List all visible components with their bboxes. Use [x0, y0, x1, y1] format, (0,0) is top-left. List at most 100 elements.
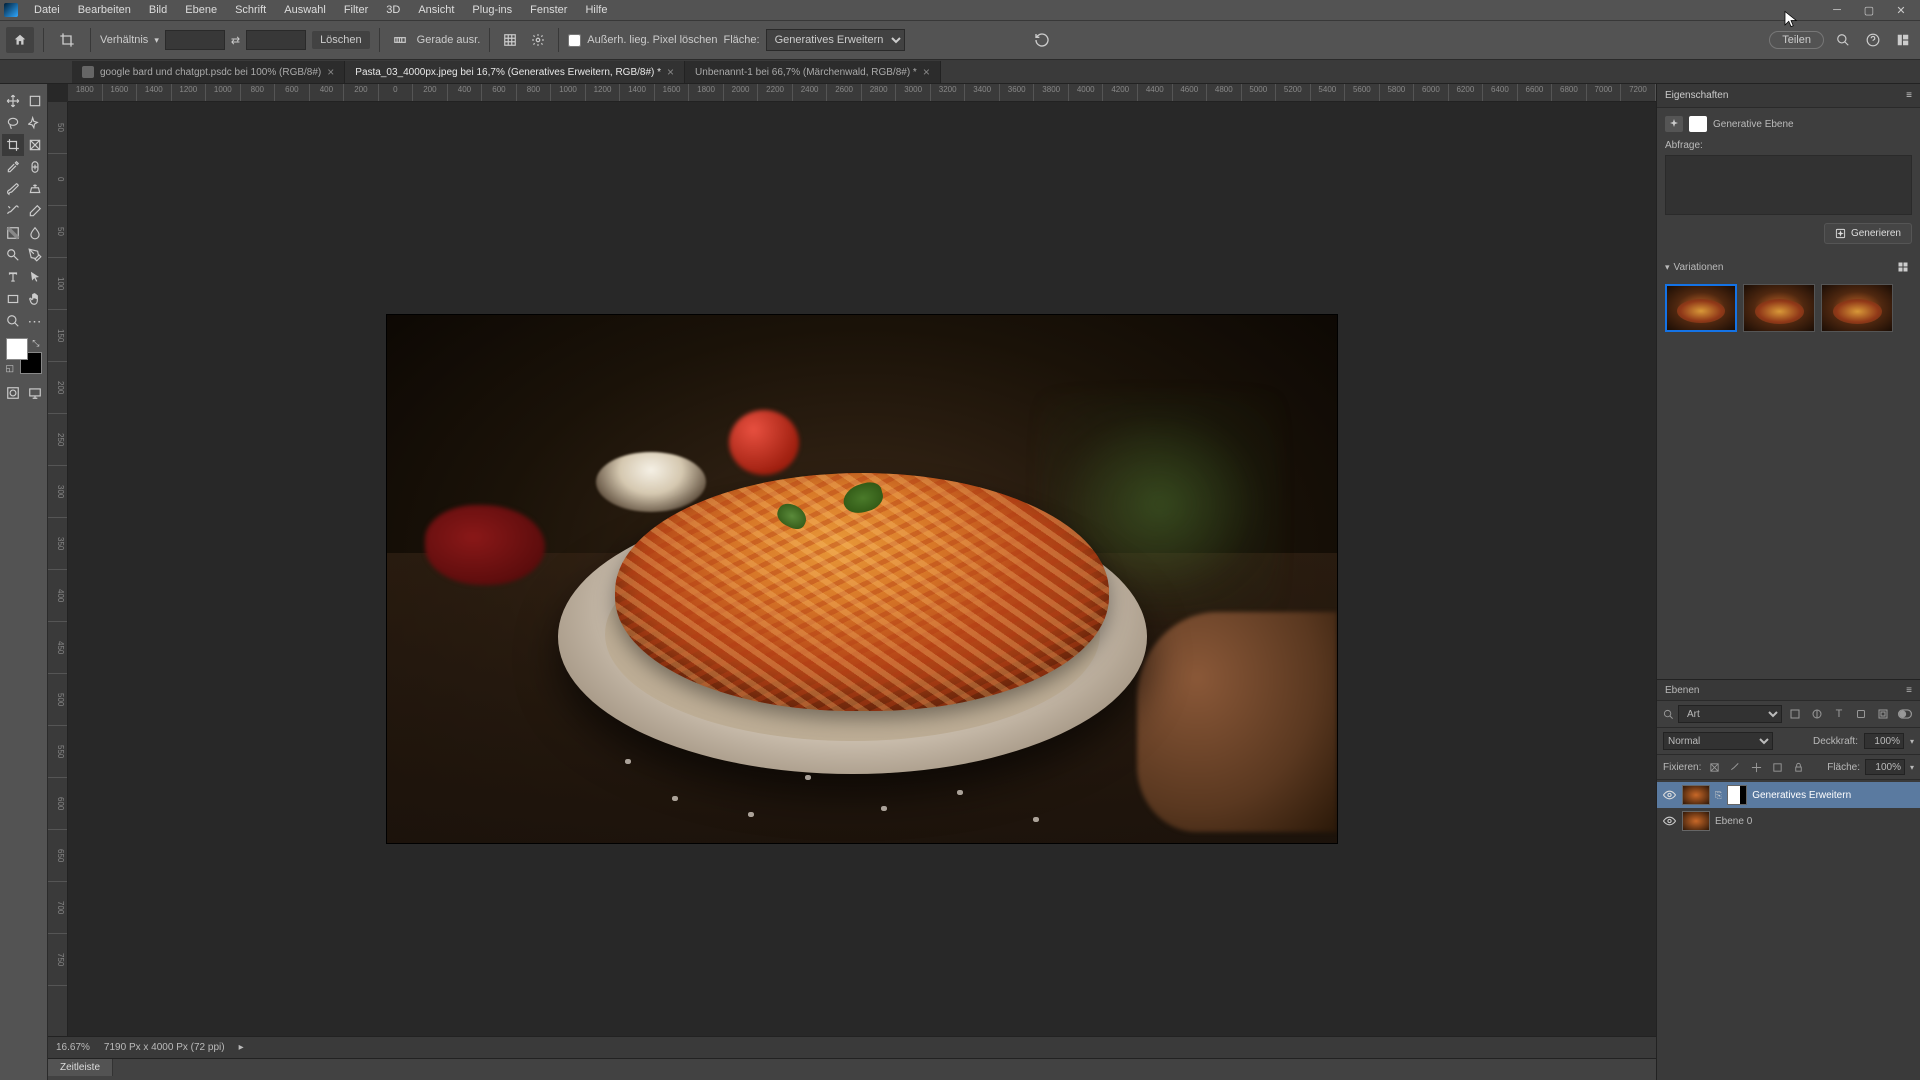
- type-tool-icon[interactable]: [2, 266, 24, 288]
- foreground-color-swatch[interactable]: [6, 338, 28, 360]
- menu-plugins[interactable]: Plug-ins: [464, 2, 520, 18]
- dropdown-icon[interactable]: ▾: [1910, 763, 1914, 772]
- edit-toolbar-icon[interactable]: ⋯: [24, 310, 46, 332]
- grid-view-icon[interactable]: [1894, 258, 1912, 276]
- frame-tool-icon[interactable]: [24, 134, 46, 156]
- document-image[interactable]: [387, 315, 1337, 843]
- window-close-icon[interactable]: ✕: [1886, 0, 1916, 20]
- layer-thumbnail[interactable]: [1682, 785, 1710, 805]
- menu-schrift[interactable]: Schrift: [227, 2, 274, 18]
- reset-crop-icon[interactable]: [1031, 29, 1053, 51]
- color-swatches[interactable]: ⤡ ◱: [6, 338, 42, 374]
- menu-datei[interactable]: Datei: [26, 2, 68, 18]
- menu-fenster[interactable]: Fenster: [522, 2, 575, 18]
- path-select-tool-icon[interactable]: [24, 266, 46, 288]
- menu-bearbeiten[interactable]: Bearbeiten: [70, 2, 139, 18]
- tab-close-icon[interactable]: ×: [667, 65, 674, 79]
- layer-thumbnail[interactable]: [1682, 811, 1710, 831]
- variation-thumb[interactable]: [1821, 284, 1893, 332]
- layer-name[interactable]: Generatives Erweitern: [1752, 790, 1851, 801]
- menu-auswahl[interactable]: Auswahl: [276, 2, 334, 18]
- variation-thumb[interactable]: [1665, 284, 1737, 332]
- blend-mode-select[interactable]: Normal: [1663, 732, 1773, 750]
- quick-select-tool-icon[interactable]: [24, 112, 46, 134]
- canvas[interactable]: [68, 102, 1656, 1056]
- dropdown-icon[interactable]: ▾: [1910, 737, 1914, 746]
- filter-adjust-icon[interactable]: [1808, 705, 1826, 723]
- brush-tool-icon[interactable]: [2, 178, 24, 200]
- swap-dimensions-icon[interactable]: ⇄: [231, 34, 240, 47]
- vertical-ruler[interactable]: 5005010015020025030035040045050055060065…: [48, 102, 68, 1056]
- visibility-icon[interactable]: [1663, 816, 1677, 826]
- layers-panel-header[interactable]: Ebenen ≡: [1657, 679, 1920, 701]
- move-tool-icon[interactable]: [2, 90, 24, 112]
- query-input[interactable]: [1665, 155, 1912, 215]
- timeline-tab[interactable]: Zeitleiste: [48, 1059, 113, 1076]
- workspace-icon[interactable]: [1892, 29, 1914, 51]
- layer-name[interactable]: Ebene 0: [1715, 816, 1752, 827]
- panel-menu-icon[interactable]: ≡: [1906, 90, 1912, 101]
- filter-type-icon[interactable]: T: [1830, 705, 1848, 723]
- clear-button[interactable]: Löschen: [312, 31, 370, 49]
- clone-stamp-tool-icon[interactable]: [24, 178, 46, 200]
- share-button[interactable]: Teilen: [1769, 31, 1824, 49]
- window-maximize-icon[interactable]: ▢: [1854, 0, 1884, 20]
- filter-smart-icon[interactable]: [1874, 705, 1892, 723]
- lock-position-icon[interactable]: [1748, 759, 1764, 775]
- straighten-icon[interactable]: [389, 29, 411, 51]
- layer-row[interactable]: Ebene 0: [1657, 808, 1920, 834]
- settings-gear-icon[interactable]: [527, 29, 549, 51]
- crop-tool-icon[interactable]: [2, 134, 24, 156]
- home-button[interactable]: [6, 27, 34, 53]
- ratio-dropdown-icon[interactable]: ▾: [154, 35, 159, 46]
- search-icon[interactable]: [1832, 29, 1854, 51]
- layer-row[interactable]: ⎘ Generatives Erweitern: [1657, 782, 1920, 808]
- ratio-width-input[interactable]: [165, 30, 225, 50]
- screen-mode-icon[interactable]: [24, 382, 46, 404]
- filter-shape-icon[interactable]: [1852, 705, 1870, 723]
- zoom-tool-icon[interactable]: [2, 310, 24, 332]
- lock-pixels-icon[interactable]: [1706, 759, 1722, 775]
- menu-bild[interactable]: Bild: [141, 2, 175, 18]
- filter-toggle-icon[interactable]: [1896, 705, 1914, 723]
- menu-3d[interactable]: 3D: [378, 2, 408, 18]
- opacity-input[interactable]: [1864, 733, 1904, 749]
- zoom-level[interactable]: 16.67%: [56, 1042, 90, 1053]
- layer-mask-thumbnail[interactable]: [1727, 785, 1747, 805]
- menu-hilfe[interactable]: Hilfe: [577, 2, 615, 18]
- variation-thumb[interactable]: [1743, 284, 1815, 332]
- gradient-tool-icon[interactable]: [2, 222, 24, 244]
- help-icon[interactable]: [1862, 29, 1884, 51]
- swap-colors-icon[interactable]: ⤡: [32, 338, 39, 349]
- rectangle-tool-icon[interactable]: [2, 288, 24, 310]
- window-minimize-icon[interactable]: ─: [1822, 0, 1852, 20]
- filter-kind-select[interactable]: Art: [1678, 705, 1782, 723]
- dodge-tool-icon[interactable]: [2, 244, 24, 266]
- lasso-tool-icon[interactable]: [2, 112, 24, 134]
- info-dropdown-icon[interactable]: ▸: [239, 1042, 244, 1053]
- generate-button[interactable]: Generieren: [1824, 223, 1912, 244]
- filter-pixel-icon[interactable]: [1786, 705, 1804, 723]
- document-tab[interactable]: Pasta_03_4000px.jpeg bei 16,7% (Generati…: [345, 61, 685, 83]
- pen-tool-icon[interactable]: [24, 244, 46, 266]
- menu-ansicht[interactable]: Ansicht: [410, 2, 462, 18]
- history-brush-tool-icon[interactable]: [2, 200, 24, 222]
- blur-tool-icon[interactable]: [24, 222, 46, 244]
- lock-brush-icon[interactable]: [1727, 759, 1743, 775]
- hand-tool-icon[interactable]: [24, 288, 46, 310]
- lock-all-icon[interactable]: [1790, 759, 1806, 775]
- tab-close-icon[interactable]: ×: [327, 65, 334, 79]
- menu-ebene[interactable]: Ebene: [177, 2, 225, 18]
- default-colors-icon[interactable]: ◱: [6, 363, 15, 374]
- artboard-tool-icon[interactable]: [24, 90, 46, 112]
- menu-filter[interactable]: Filter: [336, 2, 376, 18]
- delete-cropped-checkbox[interactable]: [568, 34, 581, 47]
- document-tab[interactable]: google bard und chatgpt.psdc bei 100% (R…: [72, 61, 345, 83]
- tab-close-icon[interactable]: ×: [923, 65, 930, 79]
- spot-heal-tool-icon[interactable]: [24, 156, 46, 178]
- fill-select[interactable]: Generatives Erweitern: [766, 29, 905, 51]
- grid-overlay-icon[interactable]: [499, 29, 521, 51]
- fill-input[interactable]: [1865, 759, 1905, 775]
- horizontal-ruler[interactable]: 1800160014001200100080060040020002004006…: [68, 84, 1656, 102]
- eraser-tool-icon[interactable]: [24, 200, 46, 222]
